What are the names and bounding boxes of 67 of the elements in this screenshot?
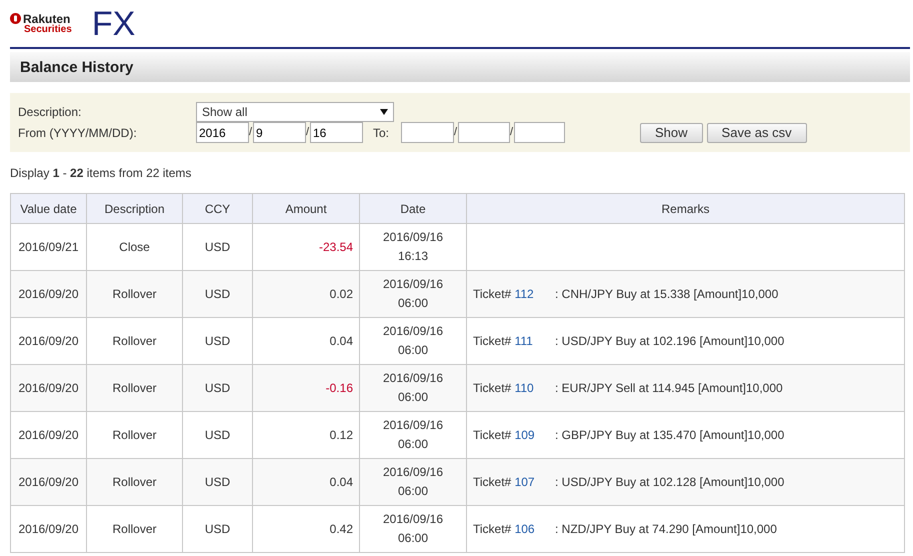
date-input[interactable] bbox=[458, 122, 510, 143]
date-separator: / bbox=[249, 125, 253, 140]
table-cell: Rollover bbox=[86, 270, 182, 318]
ticket-link[interactable]: 111 bbox=[514, 334, 533, 348]
column-header: Amount bbox=[252, 194, 360, 224]
column-header: Value date bbox=[10, 194, 86, 224]
ticket-label: Ticket# bbox=[473, 474, 512, 488]
table-cell: Rollover bbox=[86, 458, 182, 506]
column-header: Description bbox=[86, 194, 182, 224]
remark-text: : CNH/JPY Buy at 15.338 [Amount]10,000 bbox=[555, 286, 778, 300]
logo-mark-icon bbox=[10, 13, 21, 24]
product-name: FX bbox=[92, 6, 136, 40]
ticket-label: Ticket# bbox=[473, 522, 512, 536]
table-cell: Rollover bbox=[86, 506, 182, 552]
table-cell: USD bbox=[182, 364, 252, 412]
ticket-label: Ticket# bbox=[473, 286, 512, 300]
date-separator: / bbox=[454, 125, 458, 140]
page-title: Balance History bbox=[10, 52, 910, 82]
amount-cell: 0.02 bbox=[252, 270, 360, 318]
ticket-link[interactable]: 106 bbox=[514, 522, 535, 536]
result-count: Display 1 - 22 items from 22 items bbox=[10, 165, 192, 182]
ticket-link[interactable]: 110 bbox=[514, 380, 534, 394]
save-csv-button[interactable]: Save as csv bbox=[706, 122, 807, 142]
date-cell: 2016/09/16 06:00 bbox=[360, 506, 466, 552]
remark-text: : USD/JPY Buy at 102.196 [Amount]10,000 bbox=[555, 334, 784, 348]
remark-text: : EUR/JPY Sell at 114.945 [Amount]10,000 bbox=[555, 380, 783, 394]
date-input[interactable] bbox=[401, 122, 454, 143]
amount-cell: 0.04 bbox=[252, 458, 360, 506]
table-cell: USD bbox=[182, 270, 252, 318]
amount-cell: -0.16 bbox=[252, 364, 360, 412]
date-cell: 2016/09/16 06:00 bbox=[360, 458, 466, 506]
column-header: CCY bbox=[182, 194, 252, 224]
remark-text: : GBP/JPY Buy at 135.470 [Amount]10,000 bbox=[555, 428, 784, 442]
amount-cell: 0.42 bbox=[252, 506, 360, 552]
remark-text: : NZD/JPY Buy at 74.290 [Amount]10,000 bbox=[555, 522, 777, 536]
remark-text: : USD/JPY Buy at 102.128 [Amount]10,000 bbox=[555, 474, 784, 488]
ticket-label: Ticket# bbox=[473, 380, 512, 394]
date-cell: 2016/09/16 06:00 bbox=[360, 270, 466, 318]
table-cell: 2016/09/20 bbox=[10, 364, 86, 412]
ticket-link[interactable]: 112 bbox=[514, 286, 534, 300]
column-header: Remarks bbox=[466, 194, 904, 224]
table-cell: USD bbox=[182, 506, 252, 552]
brand-name: Rakuten bbox=[23, 12, 70, 24]
column-header: Date bbox=[360, 194, 466, 224]
date-cell: 2016/09/16 06:00 bbox=[360, 364, 466, 412]
field-label: Description: bbox=[18, 104, 82, 120]
table-cell: Rollover bbox=[86, 364, 182, 412]
show-button[interactable]: Show bbox=[640, 122, 703, 142]
ticket-label: Ticket# bbox=[473, 428, 512, 442]
table-cell: 2016/09/20 bbox=[10, 506, 86, 552]
dropdown-arrow-icon bbox=[380, 108, 388, 114]
table-cell: USD bbox=[182, 458, 252, 506]
field-label: To: bbox=[373, 124, 390, 142]
field-label: From (YYYY/MM/DD): bbox=[18, 124, 138, 142]
brand-subtitle: Securities bbox=[24, 24, 72, 34]
ticket-link[interactable]: 107 bbox=[514, 474, 535, 488]
description-select[interactable]: Show all bbox=[196, 102, 394, 122]
date-input[interactable]: 2016 bbox=[196, 122, 249, 143]
date-input[interactable] bbox=[514, 122, 566, 143]
ticket-label: Ticket# bbox=[473, 334, 512, 348]
ticket-link[interactable]: 109 bbox=[514, 428, 535, 442]
date-input[interactable]: 9 bbox=[253, 122, 306, 143]
table-cell: 2016/09/20 bbox=[10, 458, 86, 506]
date-input[interactable]: 16 bbox=[310, 122, 363, 143]
date-separator: / bbox=[306, 125, 310, 140]
table-cell: 2016/09/20 bbox=[10, 270, 86, 318]
date-separator: / bbox=[510, 125, 514, 140]
